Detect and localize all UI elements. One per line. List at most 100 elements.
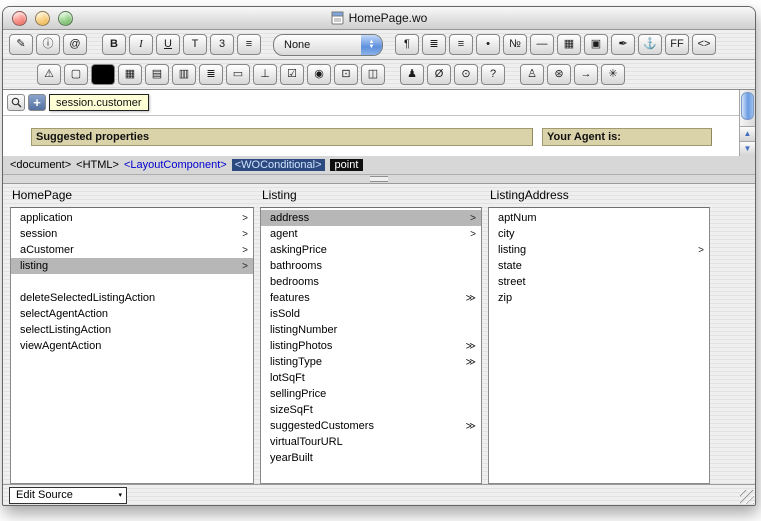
inspect-keypath-button[interactable] <box>7 94 25 111</box>
form-button[interactable]: ≣ <box>199 64 223 85</box>
draw-marker-button[interactable]: ✎ <box>9 34 33 55</box>
list-item[interactable]: application> <box>11 210 253 226</box>
color-swatch-button[interactable]: ■ <box>91 64 115 85</box>
align-left-button[interactable]: ≣ <box>422 34 446 55</box>
list-item[interactable]: bathrooms <box>261 258 481 274</box>
to-many-chevron-icon: ≫ <box>466 293 476 304</box>
scroll-down-button[interactable]: ▼ <box>740 141 755 156</box>
toolbar-group-dynamic: ♟Ø⊙? <box>400 64 505 85</box>
pane-splitter[interactable] <box>3 175 755 184</box>
breadcrumb-item[interactable]: <HTML> <box>76 159 119 171</box>
pilcrow-button[interactable]: ¶ <box>395 34 419 55</box>
list-item[interactable]: listingType≫ <box>261 354 481 370</box>
bold-button[interactable]: B <box>102 34 126 55</box>
list-item[interactable]: askingPrice <box>261 242 481 258</box>
reset-button-button[interactable]: ⊥ <box>253 64 277 85</box>
embed-code-button[interactable]: ⊛ <box>547 64 571 85</box>
help-element-button[interactable]: ? <box>481 64 505 85</box>
table-cell-your-agent[interactable]: Your Agent is: <box>542 128 712 146</box>
list-item[interactable]: city <box>489 226 709 242</box>
list-item-label: application <box>20 212 73 224</box>
italic-button[interactable]: I <box>129 34 153 55</box>
list-item[interactable]: sizeSqFt <box>261 402 481 418</box>
source-tags-button[interactable]: <> <box>692 34 716 55</box>
inspector-button[interactable]: @ <box>63 34 87 55</box>
minimize-button[interactable] <box>35 11 50 26</box>
heading-popup[interactable]: None ▲ ▼ <box>273 34 383 56</box>
list-item[interactable]: aCustomer> <box>11 242 253 258</box>
titlebar[interactable]: HomePage.wo <box>3 7 755 30</box>
list-item[interactable]: sellingPrice <box>261 386 481 402</box>
table-cell-button[interactable]: ▥ <box>172 64 196 85</box>
list-item[interactable]: aptNum <box>489 210 709 226</box>
close-button[interactable] <box>12 11 27 26</box>
woelement-button[interactable]: ▢ <box>64 64 88 85</box>
list-item[interactable]: deleteSelectedListingAction <box>11 290 253 306</box>
keypath-field[interactable]: session.customer <box>49 94 149 111</box>
breadcrumb-item[interactable]: <WOConditional> <box>232 159 325 171</box>
arrow-button[interactable]: → <box>574 64 598 85</box>
paragraph-style-button[interactable]: ≡ <box>237 34 261 55</box>
table-element-button[interactable]: ▦ <box>118 64 142 85</box>
radio-button-button[interactable]: ◉ <box>307 64 331 85</box>
person-edit-button[interactable]: ♙ <box>520 64 544 85</box>
anchor-button[interactable]: ⚓ <box>638 34 662 55</box>
list-item[interactable]: listing> <box>489 242 709 258</box>
bullet-list-button[interactable]: • <box>476 34 500 55</box>
list-item[interactable]: state <box>489 258 709 274</box>
frames-button[interactable]: FF <box>665 34 689 55</box>
no-selection-button[interactable]: Ø <box>427 64 451 85</box>
list-item[interactable]: isSold <box>261 306 481 322</box>
list-item[interactable]: lotSqFt <box>261 370 481 386</box>
list-item[interactable]: viewAgentAction <box>11 338 253 354</box>
breadcrumb-item[interactable]: <document> <box>10 159 71 171</box>
popup-element-button[interactable]: ◫ <box>361 64 385 85</box>
info-button[interactable]: ⓘ <box>36 34 60 55</box>
table-button[interactable]: ▦ <box>557 34 581 55</box>
scrollbar-thumb[interactable] <box>741 92 754 120</box>
edit-source-popup[interactable]: Edit Source ▾ <box>9 487 127 504</box>
list-item[interactable]: listingPhotos≫ <box>261 338 481 354</box>
window-resize-grip[interactable] <box>740 490 754 504</box>
image-button[interactable]: ▣ <box>584 34 608 55</box>
breadcrumb-item[interactable]: <LayoutComponent> <box>124 159 227 171</box>
scroll-up-button[interactable]: ▲ <box>740 126 755 141</box>
horizontal-rule-button[interactable]: — <box>530 34 554 55</box>
vertical-scrollbar[interactable]: ▲ ▼ <box>739 90 755 156</box>
list-item[interactable]: suggestedCustomers≫ <box>261 418 481 434</box>
font-size-button[interactable]: 3 <box>210 34 234 55</box>
list-item[interactable]: virtualTourURL <box>261 434 481 450</box>
add-binding-button[interactable]: + <box>28 94 46 111</box>
list-item[interactable]: listingNumber <box>261 322 481 338</box>
list-item[interactable]: session> <box>11 226 253 242</box>
zoom-button[interactable] <box>58 11 73 26</box>
list-item[interactable]: zip <box>489 290 709 306</box>
document-icon <box>331 11 344 25</box>
submit-button-button[interactable]: ▭ <box>226 64 250 85</box>
list-item[interactable]: agent> <box>261 226 481 242</box>
warning-button[interactable]: ⚠ <box>37 64 61 85</box>
teletype-button[interactable]: T <box>183 34 207 55</box>
list-item[interactable]: street <box>489 274 709 290</box>
component-content-button[interactable]: ✳ <box>601 64 625 85</box>
list-item[interactable]: yearBuilt <box>261 450 481 466</box>
list-item[interactable]: features≫ <box>261 290 481 306</box>
underline-button[interactable]: U <box>156 34 180 55</box>
list-item[interactable]: address> <box>261 210 481 226</box>
wysiwyg-preview[interactable]: Suggested properties Your Agent is: <box>3 116 739 156</box>
checkbox-button[interactable]: ☑ <box>280 64 304 85</box>
list-item[interactable]: selectListingAction <box>11 322 253 338</box>
numbered-list-button[interactable]: № <box>503 34 527 55</box>
pen-button[interactable]: ✒ <box>611 34 635 55</box>
table-header-button[interactable]: ▤ <box>145 64 169 85</box>
text-field-button[interactable]: ⊡ <box>334 64 358 85</box>
breadcrumb-item[interactable]: point <box>330 159 364 171</box>
timer-button[interactable]: ⊙ <box>454 64 478 85</box>
align-justify-button[interactable]: ≡ <box>449 34 473 55</box>
list-item-label: virtualTourURL <box>270 436 343 448</box>
table-cell-suggested-properties[interactable]: Suggested properties <box>31 128 533 146</box>
list-item[interactable]: selectAgentAction <box>11 306 253 322</box>
list-item[interactable]: listing> <box>11 258 253 274</box>
list-item[interactable]: bedrooms <box>261 274 481 290</box>
browser-person-button[interactable]: ♟ <box>400 64 424 85</box>
